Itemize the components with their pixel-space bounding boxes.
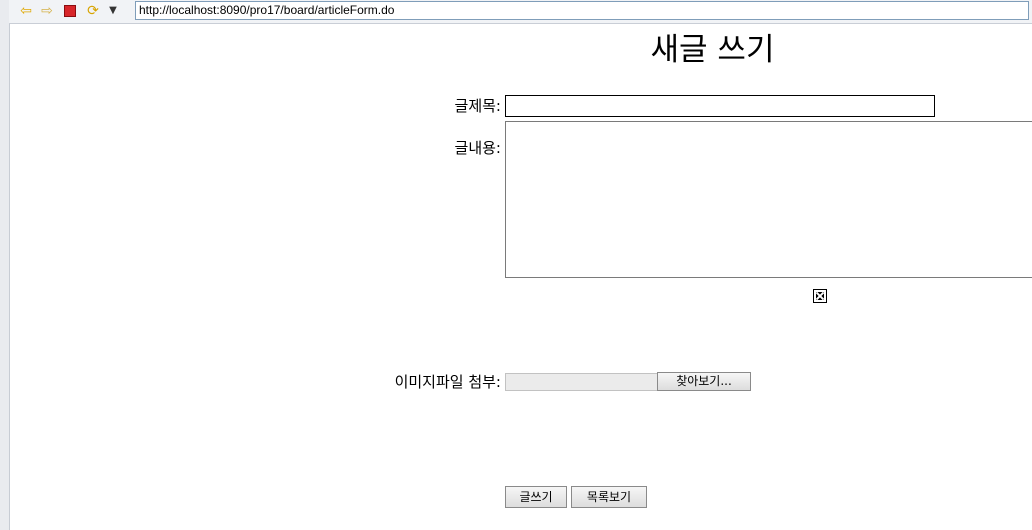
list-button[interactable]: 목록보기 xyxy=(571,486,647,508)
content-textarea[interactable] xyxy=(505,121,1032,278)
submit-button[interactable]: 글쓰기 xyxy=(505,486,567,508)
window-left-edge xyxy=(0,0,10,530)
page-title: 새글 쓰기 xyxy=(650,32,775,68)
refresh-icon[interactable]: ⟳ xyxy=(85,3,101,19)
browser-toolbar: ⇦ ⇨ ⟳ ▼ http://localhost:8090/pro17/boar… xyxy=(9,0,1032,24)
broken-image-icon xyxy=(813,289,827,303)
forward-arrow-icon[interactable]: ⇨ xyxy=(39,3,55,19)
title-input[interactable] xyxy=(505,95,935,117)
browse-button[interactable]: 찾아보기... xyxy=(657,372,751,391)
file-label: 이미지파일 첨부: xyxy=(394,373,501,391)
url-field[interactable]: http://localhost:8090/pro17/board/articl… xyxy=(135,1,1029,20)
file-path-field[interactable] xyxy=(505,373,658,391)
stop-icon[interactable] xyxy=(62,3,78,19)
title-label: 글제목: xyxy=(454,97,501,115)
content-label: 글내용: xyxy=(454,139,501,157)
back-arrow-icon[interactable]: ⇦ xyxy=(18,3,34,19)
dropdown-icon[interactable]: ▼ xyxy=(105,3,121,19)
